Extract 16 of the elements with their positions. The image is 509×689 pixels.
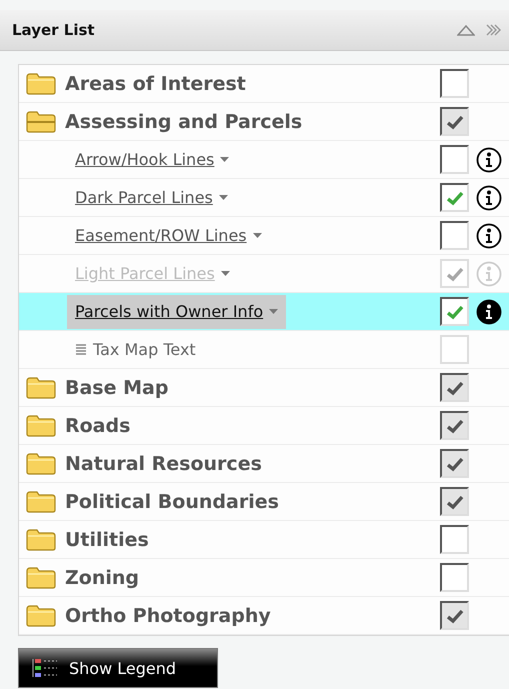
layer-link[interactable]: Easement/ROW Lines xyxy=(75,226,247,245)
group-name[interactable]: Ortho Photography xyxy=(65,604,271,626)
show-legend-button[interactable]: Show Legend xyxy=(18,648,218,688)
group-name[interactable]: Assessing and Parcels xyxy=(65,110,302,132)
group-name[interactable]: Political Boundaries xyxy=(65,490,279,512)
layer-link[interactable]: Dark Parcel Lines xyxy=(75,188,213,207)
selected-layer-row[interactable]: Parcels with Owner Info xyxy=(19,293,509,331)
group-name[interactable]: Roads xyxy=(65,414,130,436)
group-name[interactable]: Utilities xyxy=(65,528,149,550)
group-name[interactable]: Areas of Interest xyxy=(65,72,246,94)
layer-link[interactable]: Arrow/Hook Lines xyxy=(75,150,214,169)
layer-name: Tax Map Text xyxy=(93,340,196,359)
group-name[interactable]: Base Map xyxy=(65,376,168,398)
group-name[interactable]: Natural Resources xyxy=(65,452,262,474)
group-name[interactable]: Zoning xyxy=(65,566,139,588)
panel-title: Layer List xyxy=(12,21,95,39)
